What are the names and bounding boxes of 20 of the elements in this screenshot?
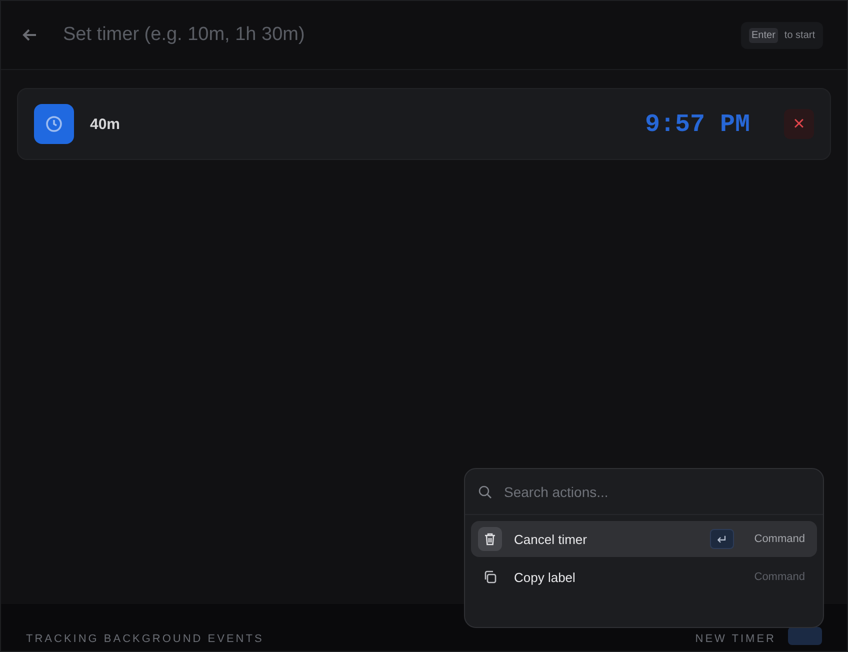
- timer-label: 40m: [90, 116, 122, 132]
- shortcut-text: Command: [754, 571, 805, 583]
- enter-key: ↵: [710, 529, 734, 549]
- cancel-button[interactable]: ×: [784, 109, 814, 139]
- shortcut-text: Command: [754, 533, 805, 545]
- action-label: Cancel timer: [514, 532, 588, 546]
- action-item[interactable]: Cancel timer ↵ Command: [471, 521, 817, 557]
- action-item[interactable]: Copy label Command: [471, 559, 817, 595]
- trash-icon: [478, 527, 502, 551]
- end-time: 9:57 PM: [644, 110, 750, 138]
- timer-input[interactable]: Set timer (e.g. 10m, 1h 30m): [61, 23, 719, 47]
- clock-icon: [34, 104, 74, 144]
- action-label: Copy label: [514, 570, 576, 584]
- shortcut-badge: [788, 627, 822, 645]
- hint-text: to start: [784, 30, 815, 40]
- status-text: TRACKING BACKGROUND EVENTS: [26, 633, 265, 645]
- search-field[interactable]: Search actions...: [502, 482, 810, 500]
- new-timer-button[interactable]: NEW TIMER: [695, 633, 776, 645]
- enter-key: Enter: [748, 28, 778, 42]
- search-icon: [478, 484, 492, 498]
